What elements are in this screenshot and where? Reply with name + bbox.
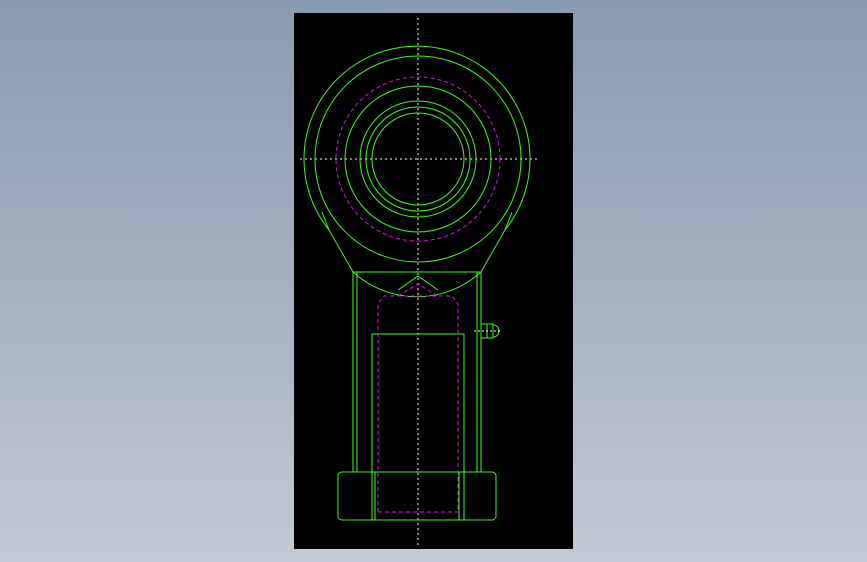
shank-body xyxy=(337,271,497,521)
cad-viewport[interactable] xyxy=(294,13,573,549)
eye-neck-left-edge xyxy=(321,211,330,231)
hex-nut xyxy=(337,471,497,521)
eye-neck-right-edge xyxy=(504,211,513,231)
eye-head xyxy=(303,45,531,298)
thread-minor-rect xyxy=(371,333,465,521)
rod-end-drawing xyxy=(300,18,538,546)
